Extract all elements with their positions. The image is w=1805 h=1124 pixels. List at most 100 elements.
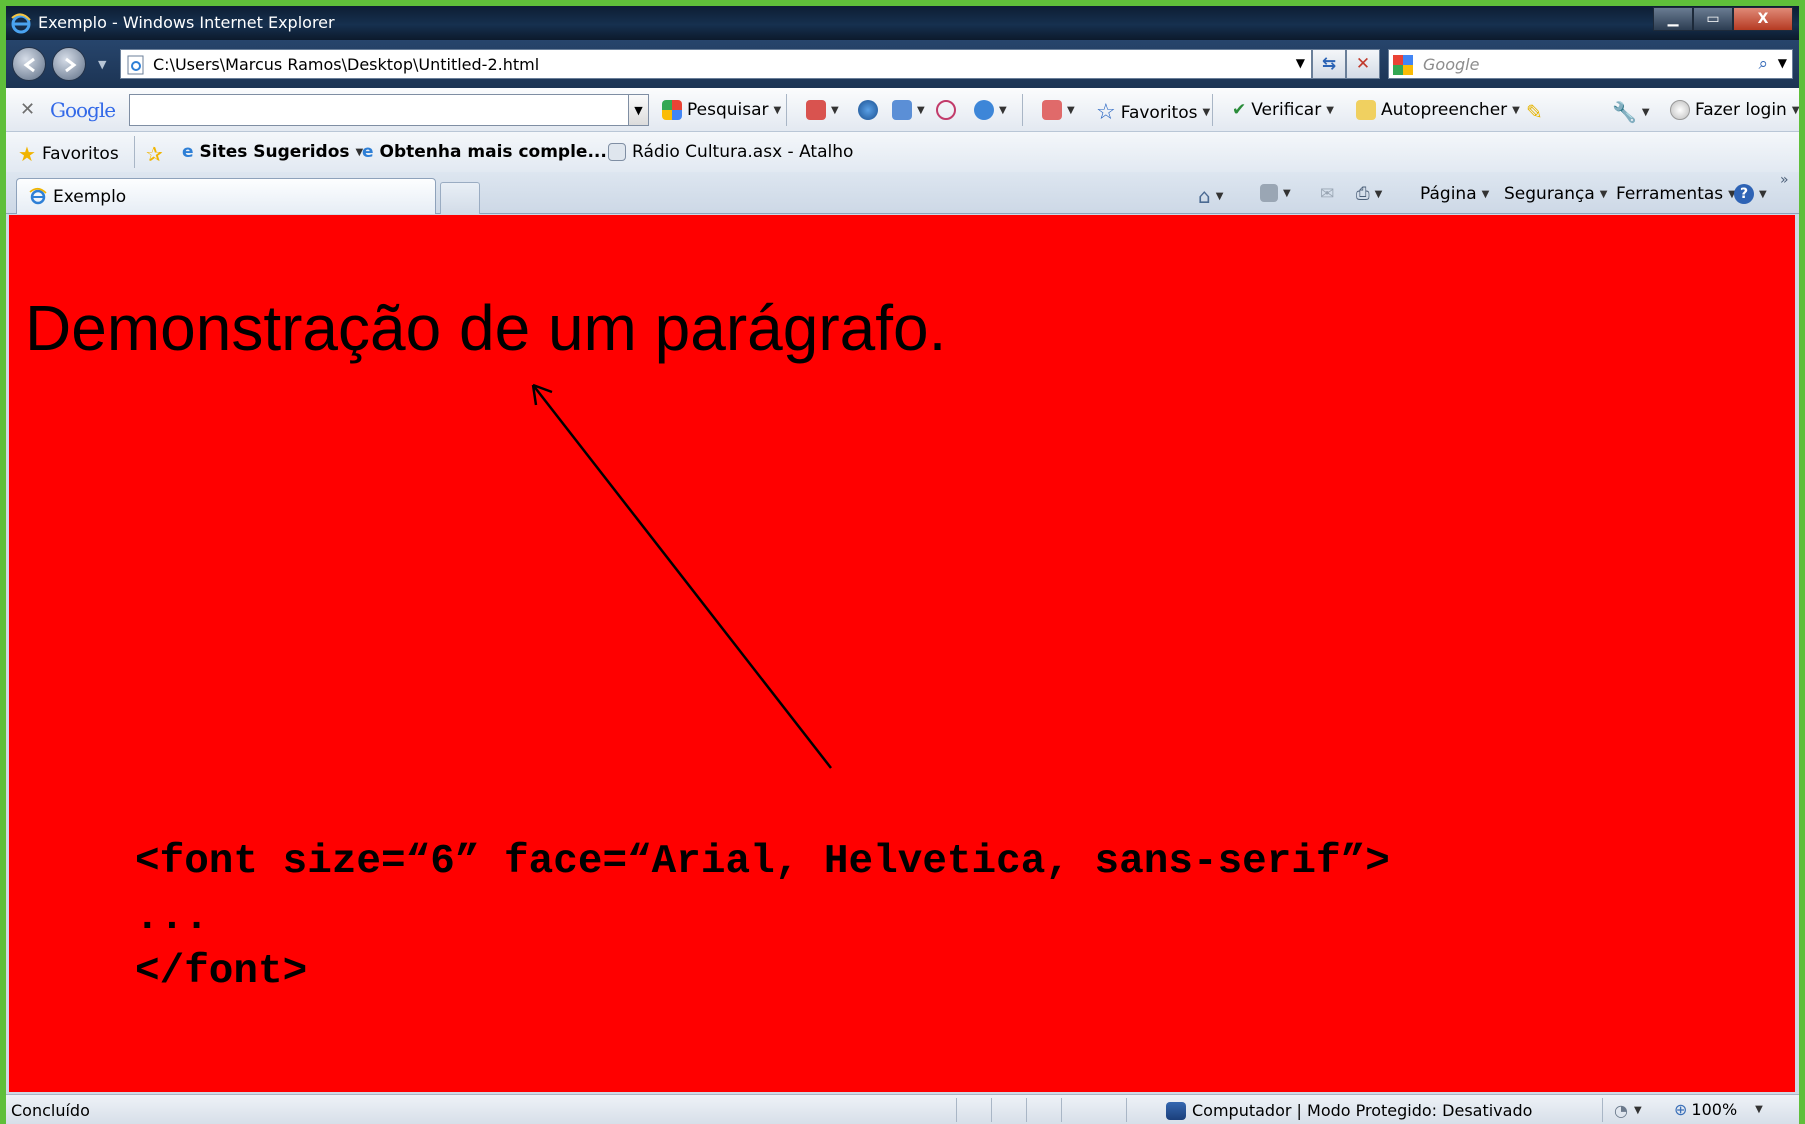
close-toolbar-icon[interactable]: ✕ <box>20 99 35 120</box>
pesquisar-button[interactable]: Pesquisar ▼ <box>662 100 781 120</box>
orkut-button[interactable] <box>936 100 956 120</box>
status-divider <box>1026 1098 1027 1122</box>
address-bar[interactable]: C:\Users\Marcus Ramos\Desktop\Untitled-2… <box>120 49 1312 79</box>
home-button[interactable]: ⌂ ▼ <box>1198 184 1223 208</box>
add-favorite-button[interactable]: ✰ <box>146 142 163 166</box>
orkut-icon <box>936 100 956 120</box>
google-search-provider-icon <box>1393 55 1413 80</box>
chevron-down-icon: ▼ <box>1759 188 1767 200</box>
ie-icon: e <box>182 142 194 162</box>
tab-exemplo[interactable]: Exemplo <box>16 178 436 214</box>
google-search-dropdown-icon[interactable]: ▼ <box>628 95 648 125</box>
code-line-open: <font size=“6” face=“Arial, Helvetica, s… <box>135 839 1390 885</box>
forward-button[interactable] <box>52 47 86 81</box>
chevron-down-icon: ▼ <box>1633 1105 1642 1116</box>
close-button[interactable]: X <box>1733 7 1793 31</box>
zone-label: Computador | Modo Protegido: Desativado <box>1192 1101 1533 1120</box>
stop-button[interactable]: ✕ <box>1346 49 1380 79</box>
title-bar: Exemplo - Windows Internet Explorer ▁ ▭ … <box>6 6 1799 40</box>
radio-cultura-link[interactable]: Rádio Cultura.asx - Atalho <box>608 142 853 162</box>
history-dropdown-icon[interactable]: ▼ <box>98 58 106 71</box>
protected-mode-button[interactable]: ◔ ▼ <box>1614 1101 1642 1120</box>
page-content: Demonstração de um parágrafo. <font size… <box>9 215 1795 1092</box>
rss-feed-icon <box>1260 184 1278 202</box>
google-logo: Google <box>50 98 116 122</box>
chevron-down-icon: ▼ <box>773 104 782 116</box>
popup-blocker-button[interactable]: ▼ <box>1042 100 1075 120</box>
verificar-label: Verificar <box>1251 100 1322 120</box>
status-divider <box>1061 1098 1062 1122</box>
chat-bubble-icon <box>974 100 994 120</box>
shortcut-icon <box>608 143 626 161</box>
bookmark-icon <box>806 100 826 120</box>
highlight-button[interactable]: ✎ <box>1526 100 1543 124</box>
minimize-button[interactable]: ▁ <box>1653 7 1693 31</box>
fazer-login-button[interactable]: Fazer login ▼ <box>1670 100 1799 120</box>
globe-button[interactable] <box>858 100 878 120</box>
talk-button[interactable]: ▼ <box>974 100 1007 120</box>
globe-lock-icon: ◔ <box>1614 1101 1628 1120</box>
chevron-down-icon: ▼ <box>1755 1104 1763 1115</box>
autofill-icon <box>1356 100 1376 120</box>
mail-button[interactable]: ✉ <box>1320 184 1334 204</box>
add-favorite-star-icon: ✰ <box>146 142 163 166</box>
ferramentas-menu[interactable]: Ferramentas ▼ <box>1616 184 1736 204</box>
verificar-button[interactable]: ✔ Verificar ▼ <box>1232 100 1334 120</box>
favoritos-toolbar-button[interactable]: ☆ Favoritos ▼ <box>1096 100 1210 125</box>
back-button[interactable] <box>12 47 46 81</box>
search-icon[interactable]: ⌕ <box>1758 54 1768 74</box>
chevron-down-icon: ▼ <box>1599 188 1608 200</box>
bookmarks-button[interactable]: ▼ <box>806 100 839 120</box>
security-zone[interactable]: Computador | Modo Protegido: Desativado <box>1166 1101 1532 1120</box>
wrench-icon: 🔧 <box>1612 100 1637 124</box>
toolbar-divider <box>1022 94 1023 126</box>
google-search-icon <box>662 100 682 120</box>
chevron-down-icon: ▼ <box>917 104 925 116</box>
pagina-label: Página <box>1420 184 1477 204</box>
toolbar-divider <box>1212 94 1213 126</box>
plus-button[interactable]: ▼ <box>892 100 925 120</box>
ie-logo-icon <box>10 12 32 39</box>
spellcheck-icon: ✔ <box>1232 100 1247 120</box>
search-box[interactable]: Google ⌕ ▼ <box>1388 49 1793 79</box>
window-title: Exemplo - Windows Internet Explorer <box>38 13 335 32</box>
seguranca-label: Segurança <box>1504 184 1595 204</box>
sites-sugeridos-link[interactable]: e Sites Sugeridos ▼ <box>182 142 363 162</box>
obtenha-link[interactable]: e Obtenha mais comple... ▼ <box>362 142 621 162</box>
tab-ie-icon <box>29 187 47 210</box>
chevron-down-icon: ▼ <box>1215 190 1224 202</box>
status-divider <box>956 1098 957 1122</box>
autopreencher-button[interactable]: Autopreencher ▼ <box>1356 100 1520 120</box>
new-tab-button[interactable] <box>440 182 480 214</box>
search-options-dropdown-icon[interactable]: ▼ <box>1778 56 1787 70</box>
chevron-down-icon: ▼ <box>1374 188 1383 200</box>
settings-button[interactable]: 🔧 ▼ <box>1612 100 1650 124</box>
pagina-menu[interactable]: Página ▼ <box>1420 184 1489 204</box>
more-commands-chevron-icon[interactable]: » <box>1780 172 1789 188</box>
mail-icon: ✉ <box>1320 184 1335 204</box>
search-placeholder: Google <box>1423 55 1480 74</box>
maximize-button[interactable]: ▭ <box>1693 7 1733 31</box>
chevron-down-icon: ▼ <box>1202 107 1211 118</box>
zoom-control[interactable]: ⊕ 100% ▼ <box>1674 1100 1763 1119</box>
favorites-bar: ★ Favoritos ✰ e Sites Sugeridos ▼ e Obte… <box>6 132 1799 172</box>
sites-sugeridos-label: Sites Sugeridos <box>199 142 350 162</box>
seguranca-menu[interactable]: Segurança ▼ <box>1504 184 1607 204</box>
refresh-button[interactable]: ⇆ <box>1312 49 1346 79</box>
address-url[interactable]: C:\Users\Marcus Ramos\Desktop\Untitled-2… <box>153 55 539 74</box>
favoritos-button[interactable]: ★ Favoritos <box>18 142 119 166</box>
print-button[interactable]: ⎙ ▼ <box>1356 184 1382 204</box>
star-icon: ★ <box>18 142 36 166</box>
address-dropdown-icon[interactable]: ▼ <box>1296 56 1305 70</box>
help-button[interactable]: ? ▼ <box>1734 184 1767 204</box>
help-icon: ? <box>1734 184 1754 204</box>
printer-icon: ⎙ <box>1356 184 1370 204</box>
popup-blocker-icon <box>1042 100 1062 120</box>
autopreencher-label: Autopreencher <box>1381 100 1508 120</box>
chevron-down-icon: ▼ <box>1283 187 1291 199</box>
chevron-down-icon: ▼ <box>1326 104 1334 116</box>
google-search-input[interactable]: ▼ <box>129 94 649 126</box>
tab-label: Exemplo <box>53 187 127 207</box>
zoom-magnifier-icon: ⊕ <box>1674 1100 1688 1119</box>
feeds-button[interactable]: ▼ <box>1260 184 1291 202</box>
